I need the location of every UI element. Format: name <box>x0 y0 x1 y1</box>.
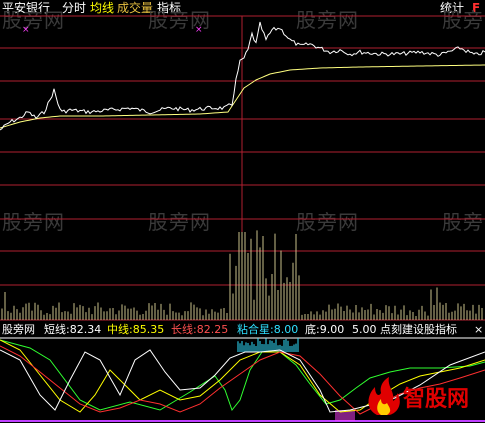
marker-x-icon: × <box>195 25 203 35</box>
brand-logo: 智股网 <box>363 375 475 417</box>
long-line-value: 长线:82.25 <box>171 323 229 336</box>
short-line-value: 短线:82.34 <box>44 323 102 336</box>
brand-name: 智股网 <box>403 387 470 412</box>
indicator-overlay-text: 点刻建设股指标 <box>380 323 457 336</box>
chart-grid <box>0 15 485 422</box>
bottom-value: 底:9.00 <box>305 323 345 336</box>
indicator-legend: 股旁网 短线:82.34 中线:85.35 长线:82.25 粘合星:8.00 … <box>0 322 485 338</box>
sticky-star-value: 粘合星:8.00 <box>237 323 299 336</box>
marker-x-icon: × <box>22 25 30 35</box>
app-window: { "toolbar": { "stock_name": "平安银行", "ta… <box>0 0 485 423</box>
volume-bars <box>1 230 483 320</box>
close-icon[interactable]: × <box>474 322 483 338</box>
extra-value: 5.00 <box>352 323 377 336</box>
mid-line-value: 中线:85.35 <box>107 323 165 336</box>
intraday-chart: × × <box>0 15 485 422</box>
indicator-source: 股旁网 <box>2 323 35 336</box>
